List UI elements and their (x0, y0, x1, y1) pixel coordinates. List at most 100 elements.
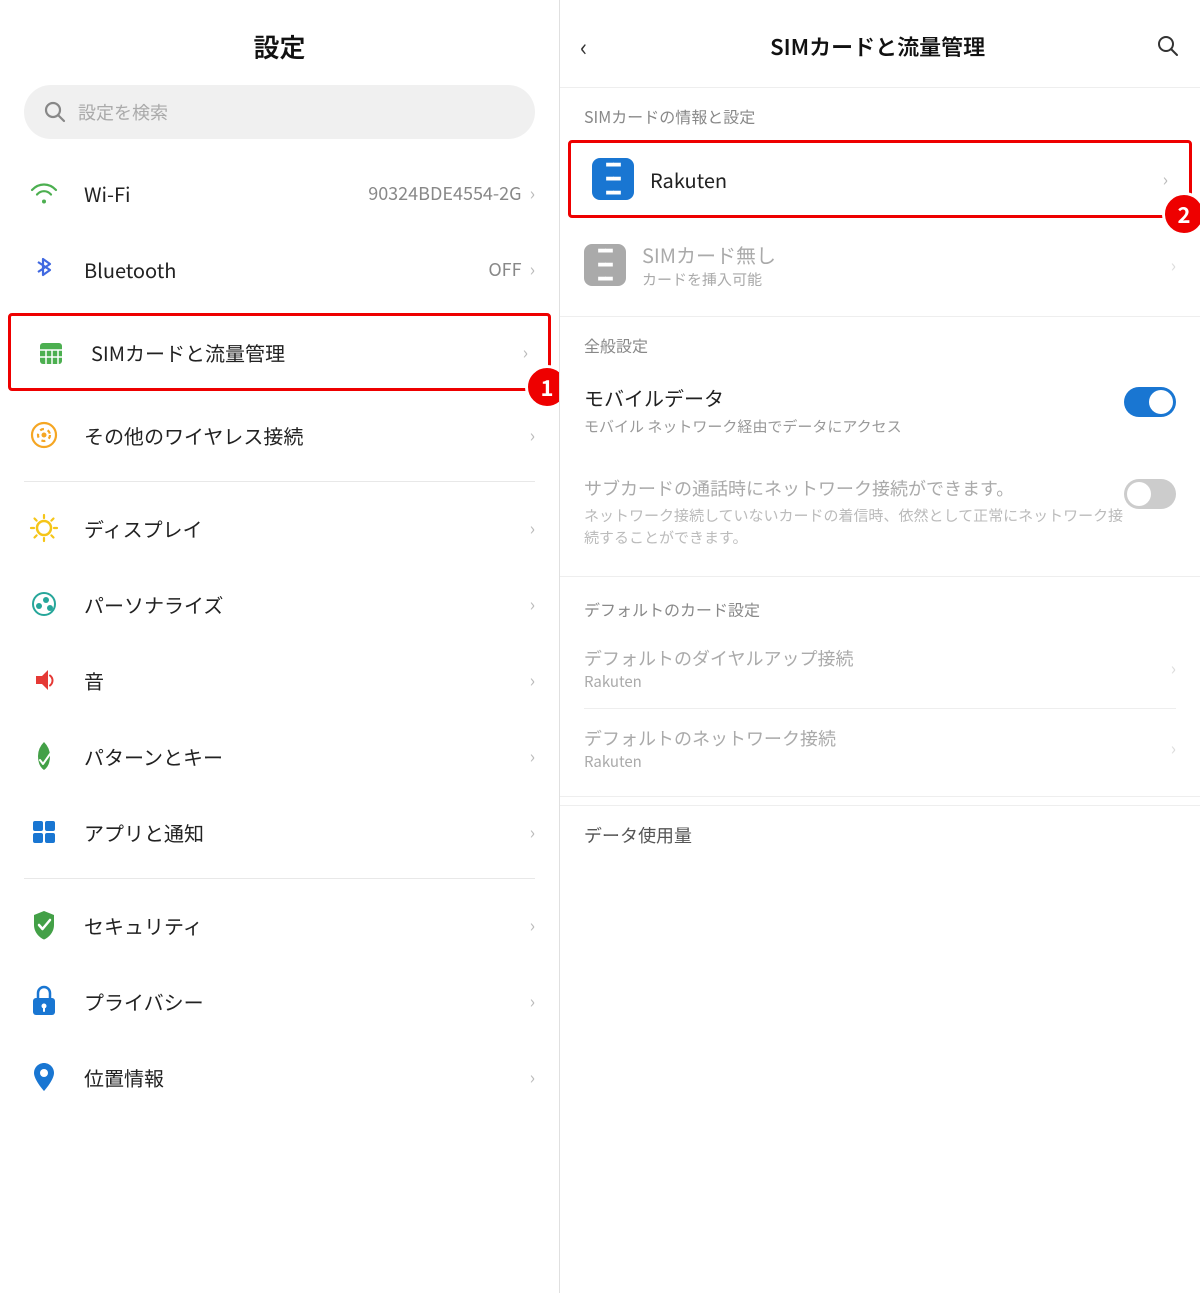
display-icon (24, 508, 64, 548)
privacy-chevron: › (530, 988, 535, 1014)
data-usage-label: データ使用量 (560, 805, 1200, 856)
sim-label: SIMカードと流量管理 (91, 338, 523, 367)
settings-list: Wi-Fi 90324BDE4554-2G › Bluetooth OFF › (0, 155, 559, 1293)
wifi-icon (24, 173, 64, 213)
right-divider-1 (560, 316, 1200, 317)
sidebar-item-location[interactable]: 位置情報 › (0, 1039, 559, 1115)
wireless-label: その他のワイヤレス接続 (84, 421, 530, 450)
default-dialup-sub: Rakuten (584, 671, 1171, 692)
default-dialup-info: デフォルトのダイヤルアップ接続 Rakuten (584, 645, 1171, 692)
sim2-badge: ▬▬▬▬▬▬ (584, 244, 626, 286)
default-dialup-row[interactable]: デフォルトのダイヤルアップ接続 Rakuten › (560, 629, 1200, 708)
wireless-chevron: › (530, 422, 535, 448)
mobile-data-toggle[interactable] (1124, 387, 1176, 417)
location-chevron: › (530, 1064, 535, 1090)
search-bar[interactable]: 設定を検索 (24, 85, 535, 139)
subcard-desc: ネットワーク接続していないカードの着信時、依然として正常にネットワーク接続するこ… (584, 505, 1124, 550)
sim-slot-1[interactable]: ▬▬▬▬▬▬ Rakuten › (568, 140, 1192, 218)
sim1-chevron: › (1163, 166, 1168, 192)
right-divider-4 (560, 796, 1200, 797)
sidebar-item-sim[interactable]: SIMカードと流量管理 › (8, 313, 551, 391)
personalize-chevron: › (530, 591, 535, 617)
personalize-icon (24, 584, 64, 624)
default-network-row[interactable]: デフォルトのネットワーク接続 Rakuten › (560, 709, 1200, 788)
security-chevron: › (530, 912, 535, 938)
sidebar-item-wifi[interactable]: Wi-Fi 90324BDE4554-2G › (0, 155, 559, 231)
bluetooth-chevron: › (530, 256, 535, 282)
sim2-chevron: › (1171, 252, 1176, 278)
mobile-data-desc: モバイル ネットワーク経由でデータにアクセス (584, 416, 1124, 439)
search-placeholder: 設定を検索 (78, 99, 168, 125)
bluetooth-icon (24, 249, 64, 289)
sidebar-item-sound[interactable]: 音 › (0, 642, 559, 718)
subcard-toggle[interactable] (1124, 479, 1176, 509)
right-divider-2 (560, 576, 1200, 577)
security-icon (24, 905, 64, 945)
pattern-icon (24, 736, 64, 776)
badge-2: 2 (1162, 192, 1200, 236)
sim1-name: Rakuten (650, 165, 1163, 194)
subcard-text: サブカードの通話時にネットワーク接続ができます。 ネットワーク接続していないカー… (584, 475, 1124, 550)
default-network-title: デフォルトのネットワーク接続 (584, 725, 1171, 751)
general-section-label: 全般設定 (560, 325, 1200, 365)
back-button[interactable]: ‹ (580, 24, 599, 67)
sound-label: 音 (84, 666, 530, 695)
right-panel: ‹ SIMカードと流量管理 SIMカードの情報と設定 ▬▬▬▬▬▬ Rakute… (560, 0, 1200, 1293)
apps-label: アプリと通知 (84, 818, 530, 847)
right-search-icon[interactable] (1156, 34, 1180, 58)
bluetooth-label: Bluetooth (84, 255, 488, 284)
page-title: 設定 (0, 0, 559, 85)
sidebar-item-wireless[interactable]: その他のワイヤレス接続 › (0, 397, 559, 473)
bluetooth-value: OFF (488, 256, 521, 282)
location-icon (24, 1057, 64, 1097)
wifi-value: 90324BDE4554-2G (368, 180, 521, 206)
personalize-label: パーソナライズ (84, 590, 530, 619)
default-network-sub: Rakuten (584, 751, 1171, 772)
display-chevron: › (530, 515, 535, 541)
sidebar-item-apps[interactable]: アプリと通知 › (0, 794, 559, 870)
divider-1 (24, 481, 535, 482)
privacy-label: プライバシー (84, 987, 530, 1016)
sidebar-item-personalize[interactable]: パーソナライズ › (0, 566, 559, 642)
wifi-label: Wi-Fi (84, 179, 368, 208)
wifi-chevron: › (530, 180, 535, 206)
pattern-chevron: › (530, 743, 535, 769)
mobile-data-row[interactable]: モバイルデータ モバイル ネットワーク経由でデータにアクセス (560, 365, 1200, 457)
sim1-badge: ▬▬▬▬▬▬ (592, 158, 634, 200)
sim2-info: SIMカード無し カードを挿入可能 (642, 240, 1171, 290)
apps-chevron: › (530, 819, 535, 845)
right-title: SIMカードと流量管理 (599, 30, 1156, 62)
wireless-icon (24, 415, 64, 455)
privacy-icon (24, 981, 64, 1021)
search-icon (44, 101, 66, 123)
left-panel: 設定 設定を検索 Wi-Fi 90324BDE4554-2G › (0, 0, 560, 1293)
sim-chevron: › (523, 339, 528, 365)
mobile-data-title: モバイルデータ (584, 383, 1124, 412)
default-dialup-title: デフォルトのダイヤルアップ接続 (584, 645, 1171, 671)
pattern-label: パターンとキー (84, 742, 530, 771)
security-label: セキュリティ (84, 911, 530, 940)
sim-slot-2[interactable]: ▬▬▬▬▬▬ SIMカード無し カードを挿入可能 › (560, 222, 1200, 308)
sim1-info: Rakuten (650, 165, 1163, 194)
sound-icon (24, 660, 64, 700)
location-label: 位置情報 (84, 1063, 530, 1092)
defaults-section-label: デフォルトのカード設定 (560, 585, 1200, 629)
subcard-row[interactable]: サブカードの通話時にネットワーク接続ができます。 ネットワーク接続していないカー… (560, 457, 1200, 568)
sim2-sub: カードを挿入可能 (642, 269, 1171, 290)
dialup-chevron: › (1171, 655, 1176, 681)
sidebar-item-pattern[interactable]: パターンとキー › (0, 718, 559, 794)
sidebar-item-bluetooth[interactable]: Bluetooth OFF › (0, 231, 559, 307)
sidebar-item-display[interactable]: ディスプレイ › (0, 490, 559, 566)
apps-icon (24, 812, 64, 852)
subcard-toggle-knob (1127, 482, 1151, 506)
sidebar-item-security[interactable]: セキュリティ › (0, 887, 559, 963)
display-label: ディスプレイ (84, 514, 530, 543)
right-content: SIMカードの情報と設定 ▬▬▬▬▬▬ Rakuten › 2 ▬▬▬▬▬▬ (560, 88, 1200, 1293)
toggle-knob (1149, 390, 1173, 414)
sim-icon (31, 332, 71, 372)
network-chevron: › (1171, 735, 1176, 761)
sound-chevron: › (530, 667, 535, 693)
sidebar-item-privacy[interactable]: プライバシー › (0, 963, 559, 1039)
sim2-name: SIMカード無し (642, 240, 1171, 269)
sim-section-label: SIMカードの情報と設定 (560, 88, 1200, 136)
